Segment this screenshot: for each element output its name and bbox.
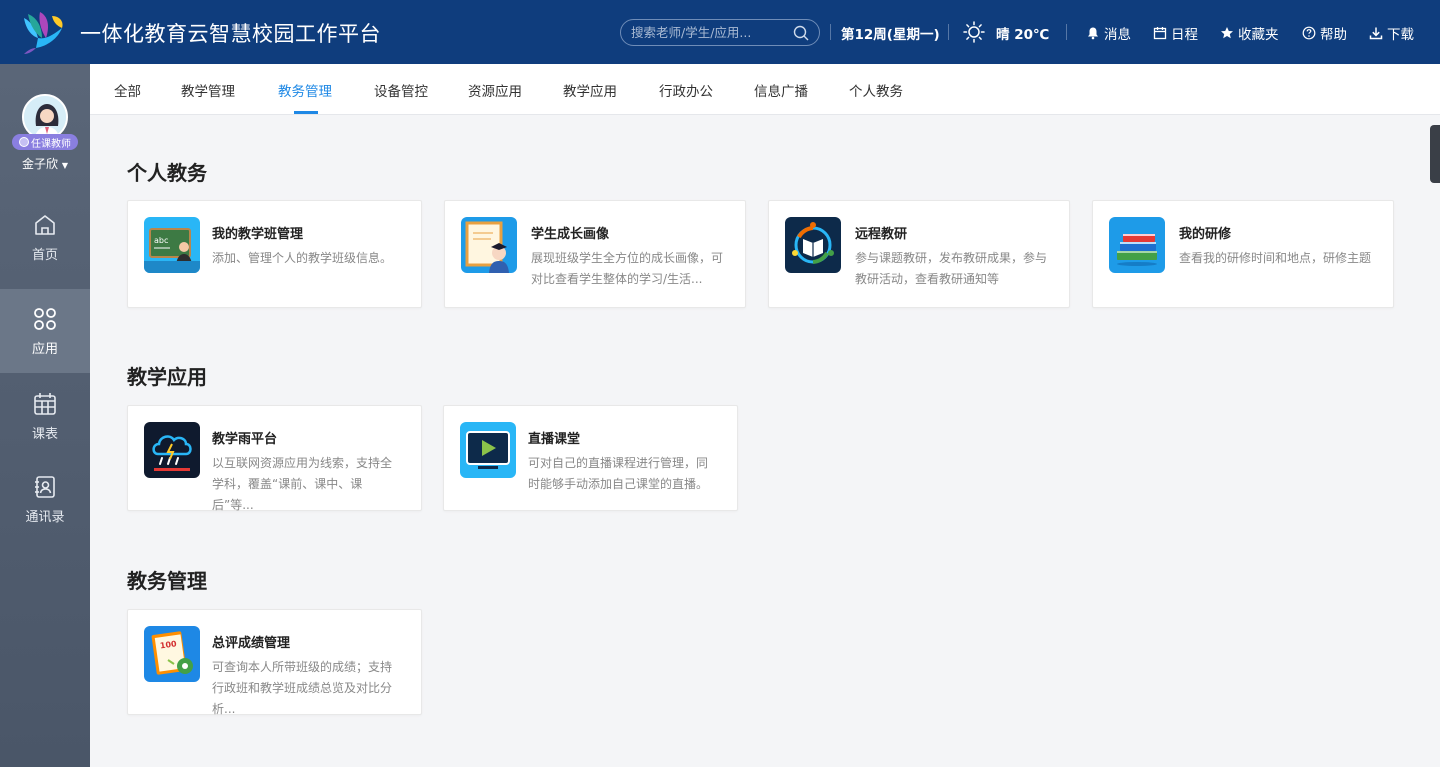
card-title: 直播课堂 [528,432,581,447]
app-card[interactable]: 我的研修 查看我的研修时间和地点，研修主题 [1092,200,1394,308]
search-icon[interactable] [793,25,809,41]
tab-academic-affairs[interactable]: 教务管理 [278,80,332,100]
sidebar-item-timetable[interactable]: 课表 [0,374,90,458]
tab-info-broadcast[interactable]: 信息广播 [754,80,808,100]
help-label: 帮助 [1320,27,1347,43]
sun-icon [963,21,985,43]
sidebar-item-label: 课表 [31,426,58,442]
svg-text:abc: abc [154,236,168,245]
card-title: 我的研修 [1179,227,1232,242]
hummingbird-logo-icon [24,12,63,54]
side-scroll-handle[interactable] [1430,125,1440,183]
sidebar-item-contacts[interactable]: 通讯录 [0,457,90,541]
section-title: 个人教务 [127,161,207,185]
header-divider [830,24,831,40]
messages-label: 消息 [1104,27,1131,43]
app-card[interactable]: 学生成长画像 展现班级学生全方位的成长画像，可对比查看学生整体的学习/生活... [444,200,746,308]
help-circle-icon [1302,26,1316,40]
card-title: 我的教学班管理 [212,227,304,242]
download-icon [1369,27,1383,40]
schedule-label: 日程 [1171,27,1198,43]
card-title: 总评成绩管理 [212,636,291,651]
category-tabs: 全部 教学管理 教务管理 设备管控 资源应用 教学应用 行政办公 信息广播 个人… [90,64,1440,115]
schedule-link[interactable]: 日程 [1153,23,1198,43]
live-play-icon [460,422,516,478]
app-card[interactable]: 教学雨平台 以互联网资源应用为线索，支持全学科，覆盖“课前、课中、课后”等... [127,405,422,512]
app-card[interactable]: 100 总评成绩管理 可查询本人所带班级的成绩；支持行政班和教学班成绩总览及对比… [127,609,422,716]
section-title: 教学应用 [127,365,207,389]
app-card[interactable]: 远程教研 参与课题教研，发布教研成果，参与教研活动，查看教研通知等 [768,200,1070,308]
help-link[interactable]: 帮助 [1302,23,1347,43]
card-description: 添加、管理个人的教学班级信息。 [212,251,393,265]
tab-device-control[interactable]: 设备管控 [374,80,428,100]
header-divider [948,24,949,40]
books-icon [1109,217,1165,273]
cloud-rain-icon [144,422,200,478]
app-card[interactable]: 直播课堂 可对自己的直播课程进行管理，同时能够手动添加自己课堂的直播。 [443,405,738,511]
tab-all[interactable]: 全部 [114,80,141,100]
calendar-icon [34,392,56,415]
week-indicator: 第12周(星期一) [841,27,940,43]
card-title: 教学雨平台 [212,432,278,447]
caret-down-icon: ▼ [61,161,68,170]
download-label: 下载 [1387,27,1414,43]
apps-icon [34,307,56,330]
bell-icon [1088,27,1098,40]
tab-personal-affairs[interactable]: 个人教务 [849,80,903,100]
tab-teaching-apps[interactable]: 教学应用 [563,80,617,100]
section-title: 教务管理 [127,569,207,593]
sidebar-item-label: 应用 [31,341,58,357]
sidebar-item-label: 首页 [31,247,58,263]
app-title: 一体化教育云智慧校园工作平台 [80,22,381,46]
tab-teaching-management[interactable]: 教学管理 [181,80,235,100]
top-header: 一体化教育云智慧校园工作平台 第12周(星期一) 晴 20℃ 消息 日程 收藏夹 [0,0,1440,64]
messages-link[interactable]: 消息 [1086,23,1131,43]
left-sidebar: 任课教师 金子欣 ▼ 首页 应用 课表 通讯录 [0,64,90,767]
tab-administration[interactable]: 行政办公 [659,80,713,100]
score-sheet-icon: 100 [144,626,200,682]
chalkboard-teacher-icon: abc [144,217,200,273]
sidebar-item-home[interactable]: 首页 [0,195,90,279]
favorites-label: 收藏夹 [1238,27,1279,43]
app-card[interactable]: abc 我的教学班管理 添加、管理个人的教学班级信息。 [127,200,422,308]
username-label: 金子欣 [22,157,59,171]
card-description: 可对自己的直播课程进行管理，同时能够手动添加自己课堂的直播。 [528,456,709,491]
star-icon [1221,27,1233,39]
weather-text: 晴 20℃ [996,27,1050,43]
tab-resource-apps[interactable]: 资源应用 [468,80,522,100]
download-link[interactable]: 下载 [1369,23,1414,43]
card-description: 参与课题教研，发布教研成果，参与教研活动，查看教研通知等 [855,251,1048,286]
sidebar-item-apps[interactable]: 应用 [0,289,90,373]
card-description: 以互联网资源应用为线索，支持全学科，覆盖“课前、课中、课后”等... [212,456,393,512]
active-tab-underline [294,111,318,114]
search-box[interactable] [620,19,820,46]
search-input[interactable] [631,25,791,40]
card-description: 可查询本人所带班级的成绩；支持行政班和教学班成绩总览及对比分析... [212,660,393,716]
sidebar-item-label: 通讯录 [25,509,65,525]
favorites-link[interactable]: 收藏夹 [1220,23,1279,43]
role-label: 任课教师 [31,138,71,150]
role-badge: 任课教师 [12,134,78,150]
home-icon [35,214,55,235]
header-divider [1066,24,1067,40]
role-dot-icon [19,137,29,147]
card-title: 学生成长画像 [531,227,610,242]
student-portrait-icon [461,217,517,273]
username-dropdown[interactable]: 金子欣 ▼ [0,155,90,172]
card-description: 查看我的研修时间和地点，研修主题 [1179,251,1372,265]
card-description: 展现班级学生全方位的成长画像，可对比查看学生整体的学习/生活... [531,251,724,286]
calendar-small-icon [1153,27,1167,40]
remote-research-icon [785,217,841,273]
contacts-icon [35,475,55,498]
card-title: 远程教研 [855,227,908,242]
